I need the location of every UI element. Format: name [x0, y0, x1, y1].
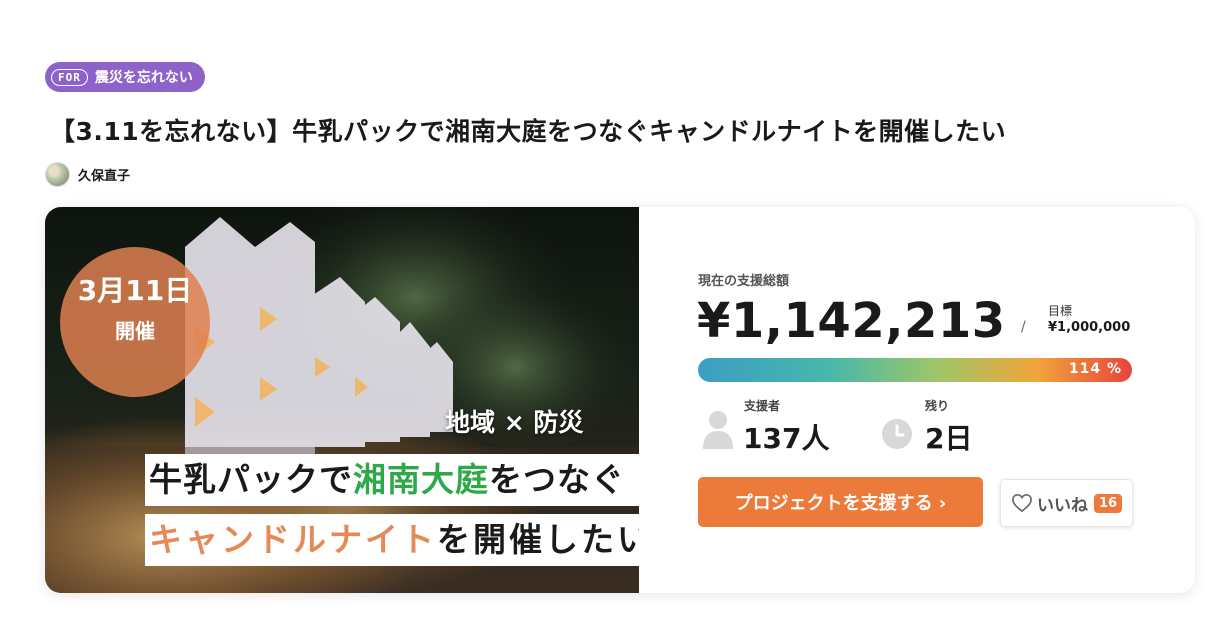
progress-bar: 114 %: [698, 358, 1132, 382]
raised-amount: ¥1,142,213: [697, 293, 1006, 349]
hero-caption-line1: 牛乳パックで湘南大庭をつなぐ: [145, 454, 639, 506]
clock-icon: [882, 419, 912, 449]
caption-highlight-orange: キャンドルナイト: [149, 520, 437, 559]
tag-label: 震災を忘れない: [94, 70, 193, 86]
goal-separator: /: [1021, 319, 1026, 335]
project-title: 【3.11を忘れない】牛乳パックで湘南大庭をつなぐキャンドルナイトを開催したい: [50, 117, 1007, 146]
project-owner[interactable]: 久保直子: [45, 162, 130, 187]
raised-label: 現在の支援総額: [698, 274, 790, 289]
caption-text: をつなぐ: [489, 460, 625, 499]
badge-sub: 開催: [115, 319, 155, 343]
caption-text: 牛乳パックで: [149, 460, 353, 499]
remaining-days: 2日: [925, 422, 973, 455]
like-button[interactable]: いいね 16: [1000, 479, 1133, 527]
heart-icon: [1012, 493, 1032, 513]
goal-amount: ¥1,000,000: [1048, 320, 1131, 335]
remaining-label: 残り: [925, 399, 950, 413]
support-project-button[interactable]: プロジェクトを支援する ›: [698, 477, 983, 527]
like-label: いいね: [1036, 495, 1088, 516]
progress-percent: 114 %: [1068, 361, 1122, 377]
goal-label: 目標: [1048, 304, 1073, 318]
caption-highlight-green: 湘南大庭: [353, 460, 489, 499]
caption-text: を開催したい: [437, 520, 639, 559]
hero-tagline: 地域 × 防災: [445, 408, 584, 437]
like-count: 16: [1093, 493, 1123, 513]
tag-prefix: FOR: [51, 68, 88, 86]
avatar: [45, 162, 70, 187]
category-tag[interactable]: FOR 震災を忘れない: [45, 62, 205, 92]
supporters-count: 137人: [743, 422, 830, 455]
owner-name: 久保直子: [78, 169, 131, 184]
project-card: 3月11日 開催 地域 × 防災 牛乳パックで湘南大庭をつなぐ キャンドルナイト…: [45, 207, 1195, 593]
badge-date: 3月11日: [77, 274, 193, 307]
person-icon: [703, 411, 733, 449]
hero-image: 3月11日 開催 地域 × 防災 牛乳パックで湘南大庭をつなぐ キャンドルナイト…: [45, 207, 639, 593]
funding-panel: 現在の支援総額 ¥1,142,213 / 目標 ¥1,000,000 114 %…: [639, 207, 1195, 593]
hero-caption-line2: キャンドルナイトを開催したい: [145, 514, 639, 566]
supporters-label: 支援者: [744, 399, 781, 413]
event-date-badge: 3月11日 開催: [60, 247, 210, 397]
